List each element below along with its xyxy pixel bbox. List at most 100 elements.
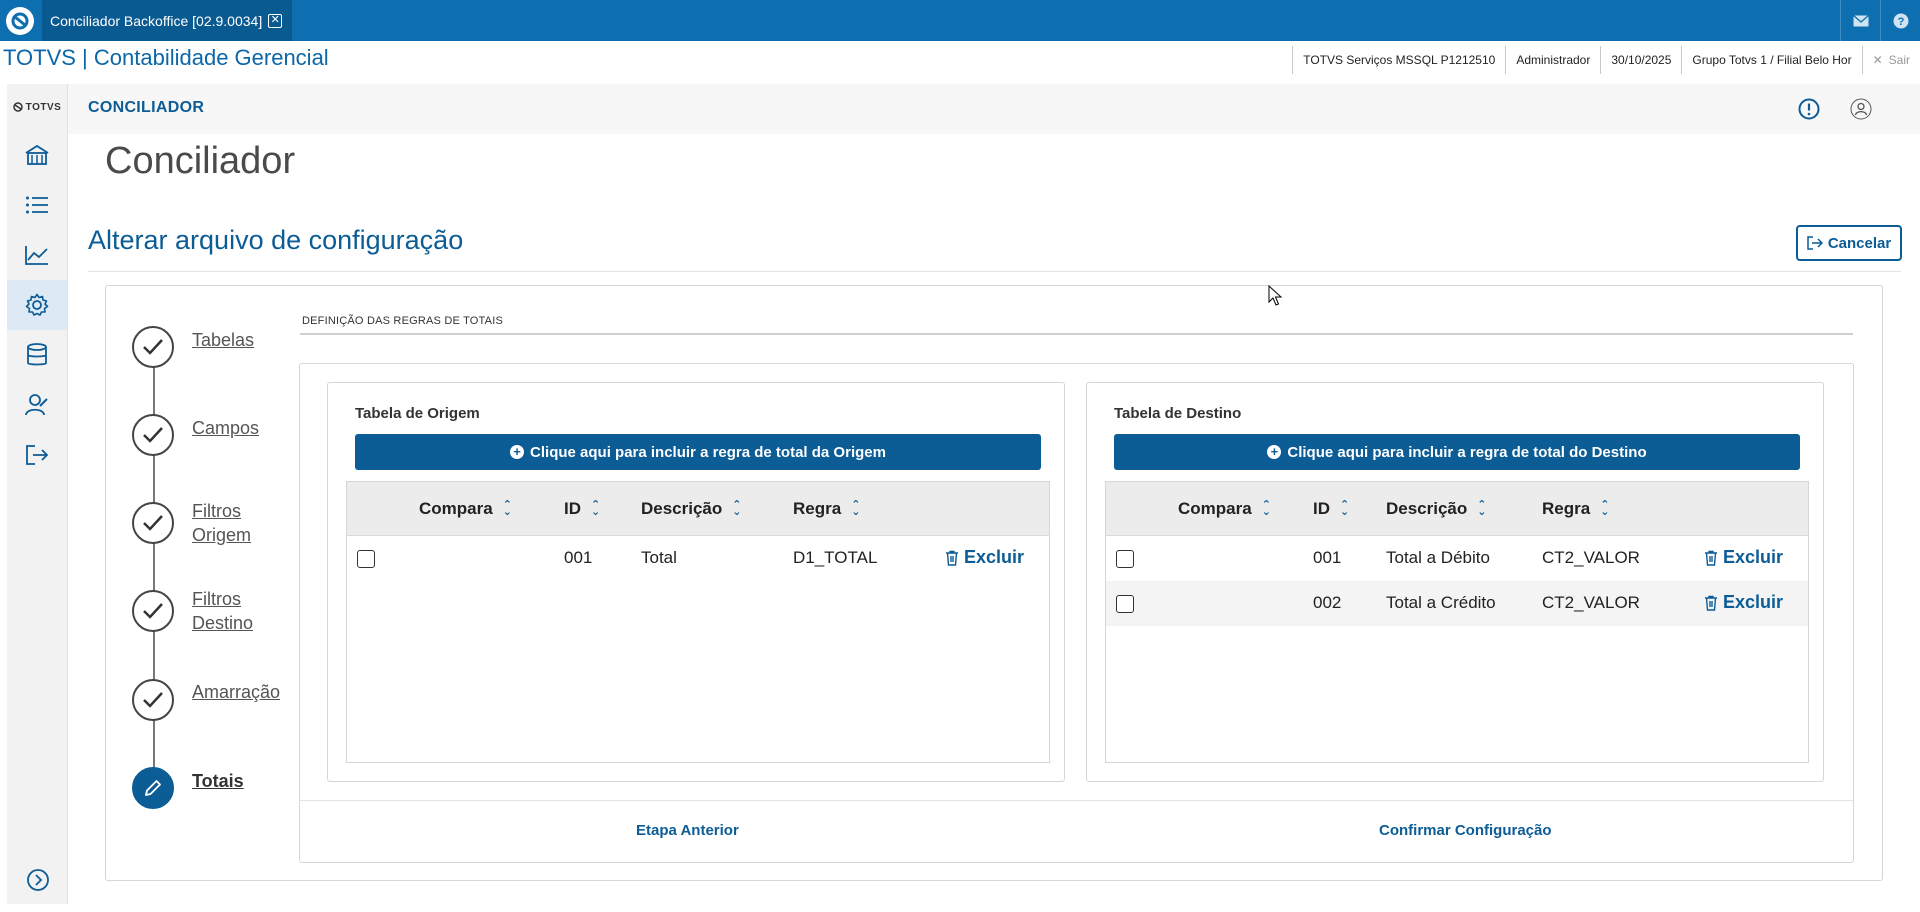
- plus-circle-icon: +: [510, 445, 525, 459]
- svg-text:?: ?: [1897, 16, 1904, 28]
- column-header-id[interactable]: ID ⌃ ⌄: [1313, 499, 1349, 519]
- table-header: Compara ⌃ ⌄ ID ⌃ ⌄ Descrição ⌃ ⌄ Regra ⌃ ⌄: [347, 482, 1049, 536]
- check-icon: [143, 692, 163, 708]
- step-campos[interactable]: Campos: [132, 414, 259, 456]
- step-tabelas[interactable]: Tabelas: [132, 326, 254, 368]
- sort-icon: ⌃ ⌄: [1477, 499, 1487, 518]
- table-header: Compara ⌃ ⌄ ID ⌃ ⌄ Descrição ⌃ ⌄ Regra ⌃ ⌄: [1106, 482, 1808, 536]
- table-row: 001 Total a Débito CT2_VALOR Excluir: [1106, 536, 1808, 581]
- column-header-compara[interactable]: Compara ⌃ ⌄: [419, 499, 512, 519]
- sidebar-item-chart[interactable]: [7, 230, 67, 280]
- cancel-label: Cancelar: [1827, 234, 1892, 252]
- home-icon: [25, 144, 49, 165]
- check-icon: [143, 427, 163, 443]
- logout-button[interactable]: ✕ Sair: [1861, 46, 1920, 74]
- app-header: TOTVS | Contabilidade Gerencial TOTVS Se…: [0, 41, 1920, 80]
- sidebar-item-settings[interactable]: [7, 280, 67, 330]
- sidebar-item-list[interactable]: [7, 180, 67, 230]
- section-divider: [300, 333, 1853, 335]
- step-totais[interactable]: Totais: [132, 767, 244, 809]
- totvs-logo-icon: [11, 12, 29, 29]
- step-amarracao[interactable]: Amarração: [132, 679, 280, 721]
- compara-checkbox[interactable]: [357, 550, 375, 568]
- sidebar-expand-button[interactable]: [7, 868, 68, 892]
- origem-title: Tabela de Origem: [355, 405, 480, 422]
- step-done-indicator: [132, 414, 174, 456]
- logout-icon: [26, 445, 49, 465]
- chevron-right-circle-icon: [26, 869, 49, 891]
- user-edit-icon: [25, 394, 48, 416]
- step-label: Amarração: [192, 682, 281, 702]
- brand-title: TOTVS | Contabilidade Gerencial: [3, 45, 329, 70]
- sort-icon: ⌃ ⌄: [851, 499, 861, 518]
- close-icon: ✕: [1872, 53, 1883, 67]
- sidebar-logo: TOTVS: [7, 84, 67, 130]
- trash-icon: [1705, 595, 1717, 611]
- module-title: CONCILIADOR: [88, 99, 205, 116]
- confirm-configuration-button[interactable]: Confirmar Configuração: [1379, 822, 1552, 839]
- previous-step-button[interactable]: Etapa Anterior: [636, 822, 739, 839]
- compara-checkbox[interactable]: [1116, 595, 1134, 613]
- delete-button[interactable]: Excluir: [1704, 592, 1783, 613]
- sidebar-item-database[interactable]: [7, 330, 67, 380]
- alert-icon[interactable]: [1798, 98, 1820, 125]
- compara-checkbox[interactable]: [1116, 550, 1134, 568]
- table-row: 001 Total D1_TOTAL Excluir: [347, 536, 1049, 581]
- cell-regra: D1_TOTAL: [793, 548, 878, 567]
- step-current-indicator: [132, 767, 174, 809]
- cell-descricao: Total a Crédito: [1386, 593, 1496, 612]
- plus-circle-icon: +: [1267, 445, 1282, 459]
- column-header-compara[interactable]: Compara ⌃ ⌄: [1178, 499, 1271, 519]
- page-subtitle: Alterar arquivo de configuração: [88, 225, 464, 255]
- sort-icon: ⌃ ⌄: [1340, 499, 1350, 518]
- delete-button[interactable]: Excluir: [1704, 547, 1783, 568]
- cell-id: 002: [1313, 593, 1342, 612]
- step-label: Filtros Destino: [192, 589, 254, 633]
- mail-icon[interactable]: [1840, 0, 1880, 41]
- logout-label: Sair: [1888, 53, 1910, 67]
- add-destino-rule-button[interactable]: + Clique aqui para incluir a regra de to…: [1114, 434, 1800, 470]
- user-icon[interactable]: [1850, 98, 1872, 125]
- trash-icon: [946, 550, 958, 566]
- cell-id: 001: [564, 548, 593, 567]
- column-header-regra[interactable]: Regra ⌃ ⌄: [1542, 499, 1609, 519]
- step-label: Totais: [192, 771, 244, 791]
- window-tab[interactable]: Conciliador Backoffice [02.9.0034] ✕: [42, 0, 293, 41]
- table-row: 002 Total a Crédito CT2_VALOR Excluir: [1106, 581, 1808, 626]
- cell-regra: CT2_VALOR: [1542, 548, 1640, 567]
- help-icon[interactable]: ?: [1880, 0, 1920, 41]
- column-header-descricao[interactable]: Descrição ⌃ ⌄: [641, 499, 742, 519]
- list-icon: [26, 196, 48, 214]
- step-done-indicator: [132, 326, 174, 368]
- sidebar-item-exit[interactable]: [7, 430, 67, 480]
- add-origem-rule-button[interactable]: + Clique aqui para incluir a regra de to…: [355, 434, 1041, 470]
- step-filtros-destino[interactable]: Filtros Destino: [132, 589, 253, 633]
- environment-info: TOTVS Serviços MSSQL P1212510: [1292, 46, 1505, 74]
- step-filtros-origem[interactable]: Filtros Origem: [132, 501, 251, 545]
- step-done-indicator: [132, 502, 174, 544]
- destino-panel: Tabela de Destino + Clique aqui para inc…: [1086, 382, 1824, 782]
- database-icon: [27, 343, 47, 366]
- company-info: Grupo Totvs 1 / Filial Belo Hor: [1681, 46, 1861, 74]
- section-label: DEFINIÇÃO DAS REGRAS DE TOTAIS: [302, 315, 503, 327]
- check-icon: [143, 603, 163, 619]
- column-header-id[interactable]: ID ⌃ ⌄: [564, 499, 600, 519]
- cell-descricao: Total: [641, 548, 677, 567]
- column-header-regra[interactable]: Regra ⌃ ⌄: [793, 499, 860, 519]
- step-label: Campos: [192, 418, 260, 438]
- totvs-logo-icon: [12, 102, 23, 112]
- origem-panel: Tabela de Origem + Clique aqui para incl…: [327, 382, 1065, 782]
- footer-divider: [299, 800, 1854, 801]
- window-tab-title: Conciliador Backoffice [02.9.0034]: [50, 12, 263, 29]
- column-header-descricao[interactable]: Descrição ⌃ ⌄: [1386, 499, 1487, 519]
- destino-title: Tabela de Destino: [1114, 405, 1242, 422]
- trash-icon: [1705, 550, 1717, 566]
- sidebar-item-home[interactable]: [7, 130, 67, 180]
- delete-button[interactable]: Excluir: [945, 547, 1024, 568]
- step-done-indicator: [132, 679, 174, 721]
- sidebar-item-user-edit[interactable]: [7, 380, 67, 430]
- top-bar: Conciliador Backoffice [02.9.0034] ✕ ?: [0, 0, 1920, 41]
- close-icon[interactable]: ✕: [268, 13, 283, 28]
- cancel-button[interactable]: Cancelar: [1796, 225, 1902, 261]
- cell-regra: CT2_VALOR: [1542, 593, 1640, 612]
